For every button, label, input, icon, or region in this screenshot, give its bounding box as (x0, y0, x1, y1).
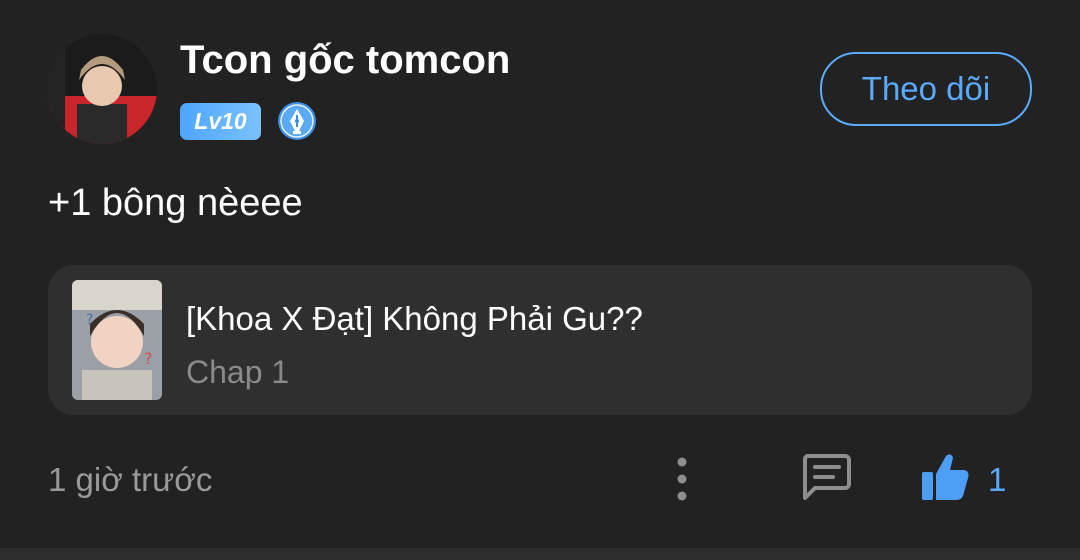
chapter-card[interactable]: ? ? [Khoa X Đạt] Không Phải Gu?? Chap 1 (48, 265, 1032, 415)
comment-text: +1 bông nèeee (48, 182, 303, 224)
username[interactable]: Tcon gốc tomcon (180, 38, 510, 83)
like-count: 1 (988, 461, 1007, 498)
svg-text:?: ? (86, 312, 93, 328)
svg-text:?: ? (144, 349, 153, 368)
chapter-subtitle: Chap 1 (186, 354, 290, 390)
chapter-thumbnail: ? ? (72, 280, 162, 400)
thumbs-up-icon[interactable] (918, 450, 972, 502)
level-badge: Lv10 (180, 103, 261, 140)
vertical-dots-icon[interactable] (666, 456, 698, 502)
timestamp: 1 giờ trước (48, 461, 213, 498)
follow-button[interactable]: Theo dõi (820, 52, 1032, 126)
pen-nib-badge-icon (277, 101, 317, 141)
chapter-title: [Khoa X Đạt] Không Phải Gu?? (186, 300, 643, 337)
comment-item: Tcon gốc tomcon Lv10 Theo dõi +1 bông nè… (0, 0, 1080, 548)
chat-bubble-icon[interactable] (799, 452, 853, 502)
divider (0, 548, 1080, 560)
avatar[interactable] (47, 34, 157, 144)
